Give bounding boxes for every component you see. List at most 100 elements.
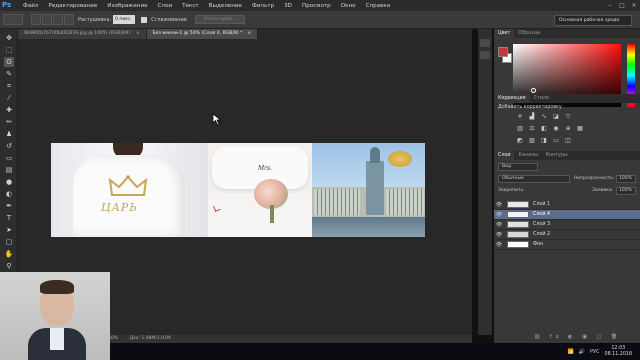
eye-icon[interactable]: 👁 bbox=[494, 232, 504, 238]
blur-tool-icon[interactable]: ● bbox=[4, 177, 14, 187]
clock[interactable]: 12:03 08.11.2018 bbox=[605, 346, 632, 358]
close-icon[interactable]: × bbox=[136, 31, 140, 36]
menu-type[interactable]: Текст bbox=[177, 3, 204, 9]
layer-name[interactable]: Слой 4 bbox=[533, 212, 550, 217]
layer-name[interactable]: Фон bbox=[533, 242, 543, 247]
menu-image[interactable]: Изображение bbox=[102, 3, 152, 9]
hand-tool-icon[interactable]: ✋ bbox=[4, 249, 14, 259]
curves-icon[interactable]: ∿ bbox=[540, 113, 548, 121]
menu-view[interactable]: Просмотр bbox=[297, 3, 336, 9]
invert-icon[interactable]: ◩ bbox=[516, 137, 524, 145]
history-brush-icon[interactable]: ↺ bbox=[4, 141, 14, 151]
layer-name[interactable]: Слой 2 bbox=[533, 232, 550, 237]
antialias-checkbox[interactable] bbox=[141, 16, 148, 23]
tab-adjustments[interactable]: Коррекция bbox=[494, 94, 530, 103]
eraser-tool-icon[interactable]: ▭ bbox=[4, 153, 14, 163]
exposure-icon[interactable]: ◪ bbox=[552, 113, 560, 121]
new-selection-icon[interactable] bbox=[31, 14, 41, 25]
zoom-tool-icon[interactable]: ⚲ bbox=[4, 261, 14, 271]
path-select-tool-icon[interactable]: ➤ bbox=[4, 225, 14, 235]
minimize-button[interactable]: – bbox=[604, 0, 616, 11]
selective-color-icon[interactable]: ◫ bbox=[564, 137, 572, 145]
tab-swatches[interactable]: Образцы bbox=[514, 29, 544, 38]
lasso-tool-icon[interactable]: ʘ bbox=[4, 57, 14, 67]
close-icon[interactable]: × bbox=[247, 31, 251, 36]
posterize-icon[interactable]: ▨ bbox=[528, 137, 536, 145]
color-picker-cursor[interactable] bbox=[531, 88, 536, 93]
brush-tool-icon[interactable]: ✏ bbox=[4, 117, 14, 127]
maximize-button[interactable]: □ bbox=[616, 0, 628, 11]
brightness-icon[interactable]: ☀ bbox=[516, 113, 524, 121]
add-selection-icon[interactable] bbox=[42, 14, 52, 25]
color-balance-icon[interactable]: ⚖ bbox=[528, 125, 536, 133]
blend-mode-select[interactable]: Обычные bbox=[498, 175, 570, 183]
marquee-tool-icon[interactable]: ⬚ bbox=[4, 45, 14, 55]
language-indicator[interactable]: РУС bbox=[590, 349, 600, 355]
pen-tool-icon[interactable]: ✒ bbox=[4, 201, 14, 211]
levels-icon[interactable]: ▟ bbox=[528, 113, 536, 121]
history-panel-icon[interactable] bbox=[480, 39, 490, 47]
layer-row[interactable]: 👁 Слой 1 bbox=[494, 200, 640, 210]
shape-tool-icon[interactable]: ▢ bbox=[4, 237, 14, 247]
webcam-overlay bbox=[0, 272, 110, 360]
type-tool-icon[interactable]: T bbox=[4, 213, 14, 223]
eye-icon[interactable]: 👁 bbox=[494, 212, 504, 218]
network-icon[interactable]: 📶 bbox=[568, 349, 574, 355]
menu-edit[interactable]: Редактирование bbox=[43, 3, 102, 9]
dodge-tool-icon[interactable]: ◐ bbox=[4, 189, 14, 199]
stamp-tool-icon[interactable]: ♟ bbox=[4, 129, 14, 139]
tab-document-2[interactable]: Без имени-1 @ 50% (Слой 4, RGB/8) * × bbox=[146, 29, 259, 39]
menu-window[interactable]: Окно bbox=[336, 3, 361, 9]
threshold-icon[interactable]: ◨ bbox=[540, 137, 548, 145]
healing-tool-icon[interactable]: ✚ bbox=[4, 105, 14, 115]
layer-name[interactable]: Слой 1 bbox=[533, 202, 550, 207]
properties-panel-icon[interactable] bbox=[480, 51, 490, 59]
tab-document-1[interactable]: 9b98f2b7b7d0b442819.jpg @ 100% (RGB/8#) × bbox=[18, 29, 147, 39]
layer-row[interactable]: 👁 Слой 3 bbox=[494, 220, 640, 230]
menu-3d[interactable]: 3D bbox=[279, 3, 297, 9]
tool-preset-picker[interactable] bbox=[3, 14, 23, 25]
layer-actions[interactable]: ⛓ fx ◐ ▣ ▢ 🗑 bbox=[534, 334, 621, 340]
document-canvas[interactable]: ЦАРЬ Mrs. bbox=[51, 143, 425, 237]
fill-input[interactable]: 100% bbox=[616, 187, 636, 195]
color-lookup-icon[interactable]: ▦ bbox=[576, 125, 584, 133]
menu-help[interactable]: Справка bbox=[361, 3, 396, 9]
menu-filter[interactable]: Фильтр bbox=[247, 3, 279, 9]
layer-row[interactable]: 👁 Слой 2 bbox=[494, 230, 640, 240]
hue-saturation-icon[interactable]: ▥ bbox=[516, 125, 524, 133]
subtract-selection-icon[interactable] bbox=[53, 14, 63, 25]
black-white-icon[interactable]: ◧ bbox=[540, 125, 548, 133]
quick-select-tool-icon[interactable]: ✎ bbox=[4, 69, 14, 79]
tab-styles[interactable]: Стили bbox=[530, 94, 553, 103]
photo-filter-icon[interactable]: ◉ bbox=[552, 125, 560, 133]
channel-mixer-icon[interactable]: ⊕ bbox=[564, 125, 572, 133]
workspace-select[interactable]: Основная рабочая среда bbox=[554, 15, 632, 26]
eye-icon[interactable]: 👁 bbox=[494, 242, 504, 248]
tab-channels[interactable]: Каналы bbox=[514, 151, 541, 160]
tab-paths[interactable]: Контуры bbox=[542, 151, 572, 160]
layer-row-selected[interactable]: 👁 Слой 4 bbox=[494, 210, 640, 220]
opacity-input[interactable]: 100% bbox=[616, 175, 636, 183]
intersect-selection-icon[interactable] bbox=[64, 14, 74, 25]
volume-icon[interactable]: 🔊 bbox=[579, 349, 585, 355]
menu-select[interactable]: Выделение bbox=[204, 3, 247, 9]
feather-input[interactable]: 0 пикс. bbox=[113, 15, 136, 24]
eyedropper-tool-icon[interactable]: ⁄ bbox=[4, 93, 14, 103]
menu-layers[interactable]: Слои bbox=[153, 3, 178, 9]
refine-edge-button[interactable]: Уточн. край... bbox=[194, 15, 245, 24]
tab-color[interactable]: Цвет bbox=[494, 29, 515, 38]
layer-name[interactable]: Слой 3 bbox=[533, 222, 550, 227]
crop-tool-icon[interactable]: ⌗ bbox=[4, 81, 14, 91]
tab-layers[interactable]: Слои bbox=[494, 151, 515, 160]
eye-icon[interactable]: 👁 bbox=[494, 202, 504, 208]
vibrance-icon[interactable]: ▽ bbox=[564, 113, 572, 121]
move-tool-icon[interactable]: ✥ bbox=[4, 33, 14, 43]
gradient-map-icon[interactable]: ▭ bbox=[552, 137, 560, 145]
layer-row[interactable]: 👁 Фон bbox=[494, 240, 640, 250]
layer-filter-kind[interactable]: Вид bbox=[498, 163, 538, 171]
gradient-tool-icon[interactable]: ▤ bbox=[4, 165, 14, 175]
foreground-color-swatch[interactable] bbox=[498, 47, 508, 57]
menu-file[interactable]: Файл bbox=[18, 3, 43, 9]
close-window-button[interactable]: × bbox=[628, 0, 640, 11]
eye-icon[interactable]: 👁 bbox=[494, 222, 504, 228]
